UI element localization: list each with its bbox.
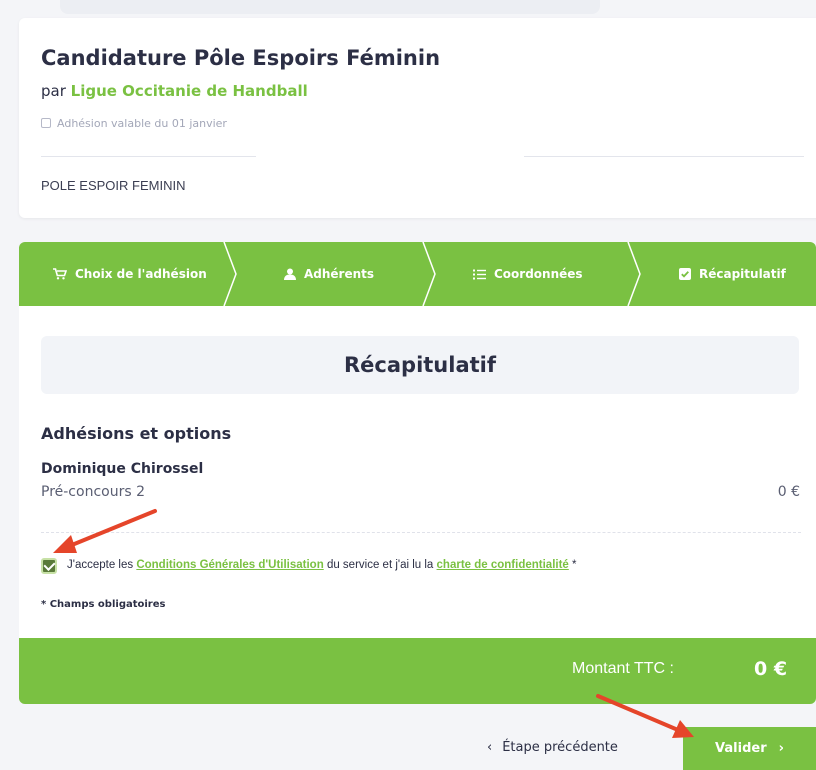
- terms-text-part: du service et j'ai lu la: [326, 559, 434, 571]
- terms-checkbox[interactable]: [41, 558, 57, 574]
- by-prefix: par: [41, 82, 66, 100]
- cgu-link[interactable]: Conditions Générales d'Utilisation: [136, 559, 323, 571]
- previous-step-label: Étape précédente: [502, 740, 618, 755]
- page-title: Candidature Pôle Espoirs Féminin: [41, 46, 441, 70]
- step-separator: [223, 242, 237, 306]
- required-asterisk: *: [572, 559, 577, 571]
- member-option: Pré-concours 2: [41, 484, 145, 500]
- step-contact-details[interactable]: Coordonnées: [473, 242, 583, 306]
- checkbox-icon: [679, 268, 691, 280]
- step-summary[interactable]: Récapitulatif: [679, 242, 786, 306]
- privacy-charter-link[interactable]: charte de confidentialité: [437, 559, 569, 571]
- step-separator: [627, 242, 641, 306]
- member-name: Dominique Chirossel: [41, 461, 204, 477]
- top-shadow: [60, 0, 600, 14]
- chevron-right-icon: ›: [778, 741, 784, 756]
- steps-bar: Choix de l'adhésion Adhérents Coordonnée…: [19, 242, 816, 306]
- list-icon: [473, 269, 486, 279]
- category-label: POLE ESPOIR FEMININ: [41, 178, 186, 193]
- terms-text-part: J'accepte les: [67, 559, 134, 571]
- validity-line: Adhésion valable du 01 janvier: [41, 117, 281, 130]
- step-label: Adhérents: [304, 267, 375, 281]
- user-icon: [284, 268, 296, 280]
- divider: [41, 532, 801, 533]
- summary-panel: Récapitulatif Adhésions et options Domin…: [19, 306, 816, 638]
- section-title: Adhésions et options: [41, 424, 232, 443]
- activity-header-card: Candidature Pôle Espoirs Féminin par Lig…: [19, 18, 816, 218]
- divider: [41, 156, 256, 157]
- summary-heading: Récapitulatif: [41, 336, 799, 394]
- member-price: 0 €: [777, 484, 800, 500]
- step-separator: [422, 242, 436, 306]
- total-bar: Montant TTC : 0 €: [19, 638, 816, 704]
- terms-text: J'accepte les Conditions Générales d'Uti…: [67, 559, 577, 571]
- validity-text: Adhésion valable du 01 janvier: [57, 117, 227, 130]
- validate-label: Valider: [715, 741, 767, 756]
- step-membership-choice[interactable]: Choix de l'adhésion: [53, 242, 207, 306]
- chevron-left-icon: ‹: [487, 740, 493, 755]
- step-label: Coordonnées: [494, 267, 583, 281]
- organization-link[interactable]: Ligue Occitanie de Handball: [71, 82, 308, 100]
- step-members[interactable]: Adhérents: [284, 242, 374, 306]
- total-value: 0 €: [754, 658, 788, 680]
- step-label: Récapitulatif: [699, 267, 786, 281]
- validate-button[interactable]: Valider ›: [683, 727, 816, 770]
- mandatory-fields-note: * Champs obligatoires: [41, 599, 166, 610]
- calendar-icon: [41, 118, 51, 128]
- previous-step-button[interactable]: ‹ Étape précédente: [487, 740, 618, 755]
- step-label: Choix de l'adhésion: [75, 267, 207, 281]
- organizer-line: par Ligue Occitanie de Handball: [41, 82, 308, 100]
- total-label: Montant TTC :: [572, 660, 674, 677]
- cart-icon: [53, 268, 67, 280]
- divider: [524, 156, 804, 157]
